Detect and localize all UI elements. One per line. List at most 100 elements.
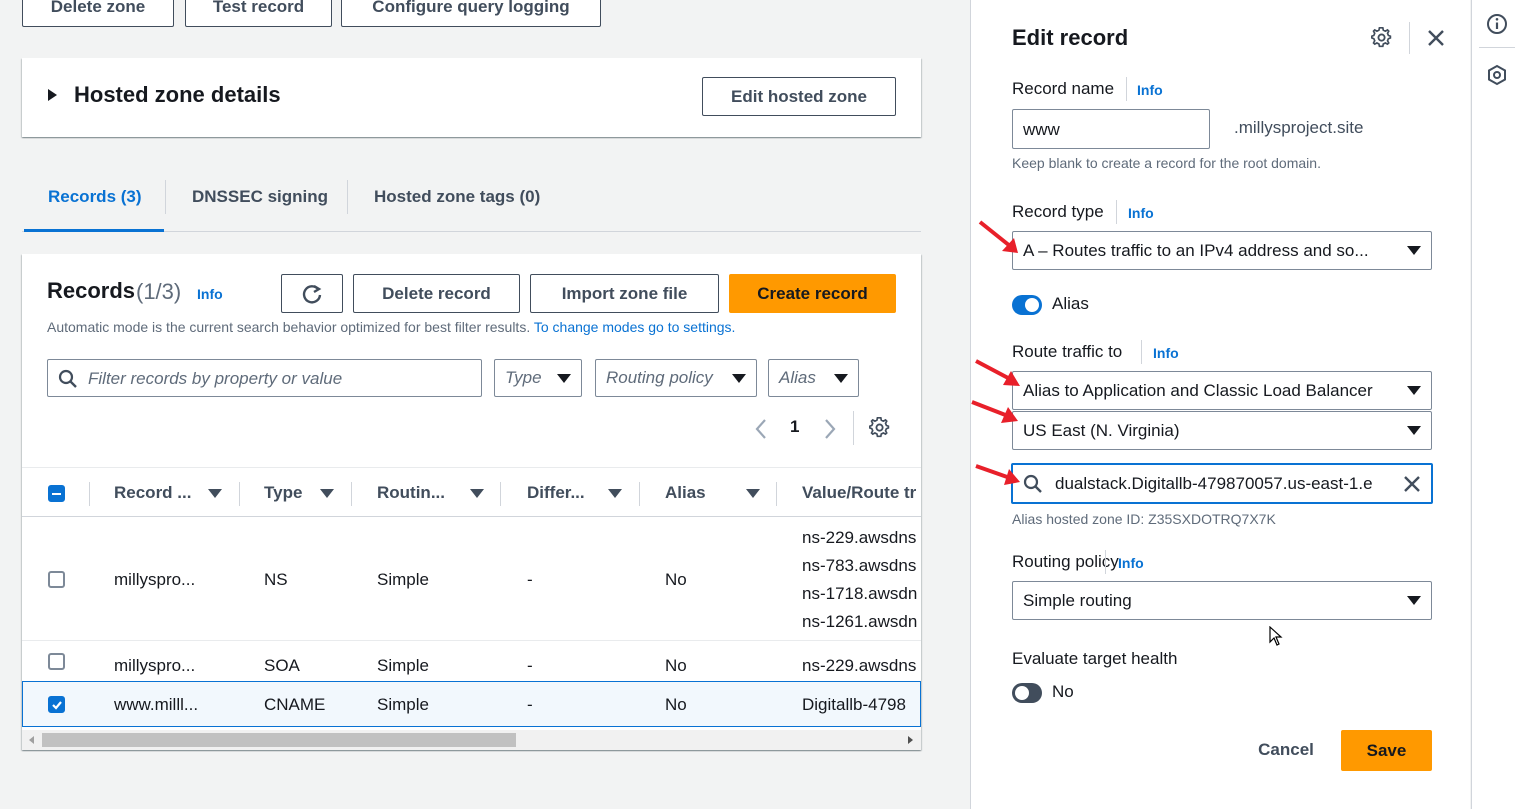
differentiator-cell: - xyxy=(527,656,533,675)
refresh-icon xyxy=(302,284,322,304)
column-header-value[interactable]: Value/Route tr xyxy=(802,483,916,503)
cancel-button[interactable]: Cancel xyxy=(1241,730,1331,770)
record-type-cell: NS xyxy=(264,570,288,589)
record-type-info-link[interactable]: Info xyxy=(1128,205,1154,221)
route-traffic-info-link[interactable]: Info xyxy=(1153,345,1179,361)
search-icon xyxy=(58,369,77,388)
caret-right-icon[interactable] xyxy=(48,89,57,101)
alias-filter-select[interactable]: Alias xyxy=(768,359,859,397)
sort-icon[interactable] xyxy=(208,489,222,498)
clear-icon[interactable] xyxy=(1403,475,1421,493)
row-checkbox[interactable] xyxy=(48,571,65,588)
scroll-right-icon[interactable] xyxy=(908,736,913,744)
routing-policy-label: Routing policy xyxy=(1012,552,1119,571)
endpoint-value: dualstack.Digitallb-479870057.us-east-1.… xyxy=(1055,473,1373,493)
alias-filter-label: Alias xyxy=(779,368,816,387)
tab-dnssec-signing[interactable]: DNSSEC signing xyxy=(192,187,328,207)
import-zone-file-button[interactable]: Import zone file xyxy=(530,274,719,313)
caret-down-icon xyxy=(732,373,746,383)
tab-divider xyxy=(347,180,348,214)
value-cell-line: ns-229.awsdns xyxy=(802,656,917,675)
evaluate-health-label: Evaluate target health xyxy=(1012,649,1178,668)
column-header-routing[interactable]: Routin... xyxy=(377,483,445,503)
table-row-selected[interactable]: www.milll... CNAME Simple - No Digitallb… xyxy=(22,681,921,727)
routing-cell: Simple xyxy=(377,656,429,675)
value-cell-line: ns-229.awsdns xyxy=(802,528,917,547)
tab-divider xyxy=(165,180,166,214)
tab-hosted-zone-tags[interactable]: Hosted zone tags (0) xyxy=(374,187,540,207)
horizontal-scrollbar[interactable] xyxy=(22,730,921,750)
row-checkbox[interactable] xyxy=(48,653,65,670)
routing-policy-select[interactable]: Simple routing xyxy=(1012,581,1432,620)
panel-settings-gear-icon[interactable] xyxy=(1371,27,1393,49)
records-title: Records xyxy=(47,278,136,303)
filter-records-input[interactable]: Filter records by property or value xyxy=(47,359,482,397)
save-button[interactable]: Save xyxy=(1341,730,1432,771)
alias-toggle[interactable] xyxy=(1012,295,1042,315)
tab-records[interactable]: Records (3) xyxy=(48,187,142,207)
edit-record-panel: Edit record Record name Info www .millys… xyxy=(970,0,1470,809)
refresh-button[interactable] xyxy=(281,274,343,313)
panel-title: Edit record xyxy=(1012,25,1129,50)
route-target-value: Alias to Application and Classic Load Ba… xyxy=(1023,380,1373,400)
column-header-record-name[interactable]: Record ... xyxy=(114,483,191,503)
info-icon[interactable] xyxy=(1486,13,1508,35)
evaluate-health-toggle[interactable] xyxy=(1012,683,1042,703)
test-record-button[interactable]: Test record xyxy=(185,0,332,27)
toggle-knob xyxy=(1025,298,1039,312)
caret-down-icon xyxy=(1407,426,1421,435)
page-number[interactable]: 1 xyxy=(790,417,799,437)
routing-policy-info-link[interactable]: Info xyxy=(1118,555,1144,571)
caret-down-icon xyxy=(1407,386,1421,395)
record-name-info-link[interactable]: Info xyxy=(1137,82,1163,98)
sort-icon[interactable] xyxy=(470,489,484,498)
delete-record-button[interactable]: Delete record xyxy=(353,274,520,313)
scroll-left-icon[interactable] xyxy=(29,736,34,744)
records-info-link[interactable]: Info xyxy=(197,286,223,302)
table-row[interactable]: millyspro... SOA Simple - No ns-229.awsd… xyxy=(22,641,921,681)
record-name-label: Record name xyxy=(1012,79,1115,98)
label-divider xyxy=(1116,200,1117,224)
panel-header-divider xyxy=(1409,22,1410,54)
search-icon xyxy=(1023,474,1042,493)
record-name-cell[interactable]: www.milll... xyxy=(114,695,198,715)
edit-hosted-zone-button[interactable]: Edit hosted zone xyxy=(702,77,896,116)
chevron-right-icon[interactable] xyxy=(823,418,837,440)
value-cell-line: ns-1718.awsdn xyxy=(802,584,918,603)
sort-icon[interactable] xyxy=(746,489,760,498)
alias-cell: No xyxy=(665,656,687,675)
configure-query-logging-button[interactable]: Configure query logging xyxy=(341,0,601,27)
search-mode-notice: Automatic mode is the current search beh… xyxy=(47,319,735,335)
route-target-select[interactable]: Alias to Application and Classic Load Ba… xyxy=(1012,371,1432,410)
create-record-button[interactable]: Create record xyxy=(729,274,896,313)
hexagon-icon[interactable] xyxy=(1486,64,1508,86)
record-type-select[interactable]: A – Routes traffic to an IPv4 address an… xyxy=(1012,231,1432,270)
select-all-checkbox[interactable] xyxy=(48,485,65,502)
column-header-differentiator[interactable]: Differ... xyxy=(527,483,585,503)
settings-gear-icon[interactable] xyxy=(869,417,891,439)
annotation-arrow-icon xyxy=(975,359,1020,386)
record-name-cell[interactable]: millyspro... xyxy=(114,656,195,676)
column-header-alias[interactable]: Alias xyxy=(665,483,706,503)
close-icon[interactable] xyxy=(1427,29,1445,47)
chevron-left-icon[interactable] xyxy=(754,418,768,440)
record-name-cell[interactable]: millyspro... xyxy=(114,570,195,590)
hosted-zone-details-title[interactable]: Hosted zone details xyxy=(74,82,281,108)
type-filter-select[interactable]: Type xyxy=(494,359,582,397)
endpoint-search-input[interactable]: dualstack.Digitallb-479870057.us-east-1.… xyxy=(1011,463,1433,504)
record-name-input[interactable]: www xyxy=(1012,109,1210,149)
row-checkbox[interactable] xyxy=(48,696,65,713)
sort-icon[interactable] xyxy=(608,489,622,498)
caret-down-icon xyxy=(557,373,571,383)
region-select[interactable]: US East (N. Virginia) xyxy=(1012,411,1432,450)
sort-icon[interactable] xyxy=(320,489,334,498)
routing-policy-filter-select[interactable]: Routing policy xyxy=(595,359,757,397)
label-divider xyxy=(1141,340,1142,364)
column-header-type[interactable]: Type xyxy=(264,483,302,503)
type-filter-label: Type xyxy=(505,368,542,387)
scrollbar-thumb[interactable] xyxy=(42,733,516,747)
table-row[interactable]: millyspro... NS Simple - No ns-229.awsdn… xyxy=(22,517,921,641)
change-modes-link[interactable]: To change modes go to settings. xyxy=(534,319,736,335)
caret-down-icon xyxy=(1407,596,1421,605)
delete-zone-button[interactable]: Delete zone xyxy=(22,0,174,27)
